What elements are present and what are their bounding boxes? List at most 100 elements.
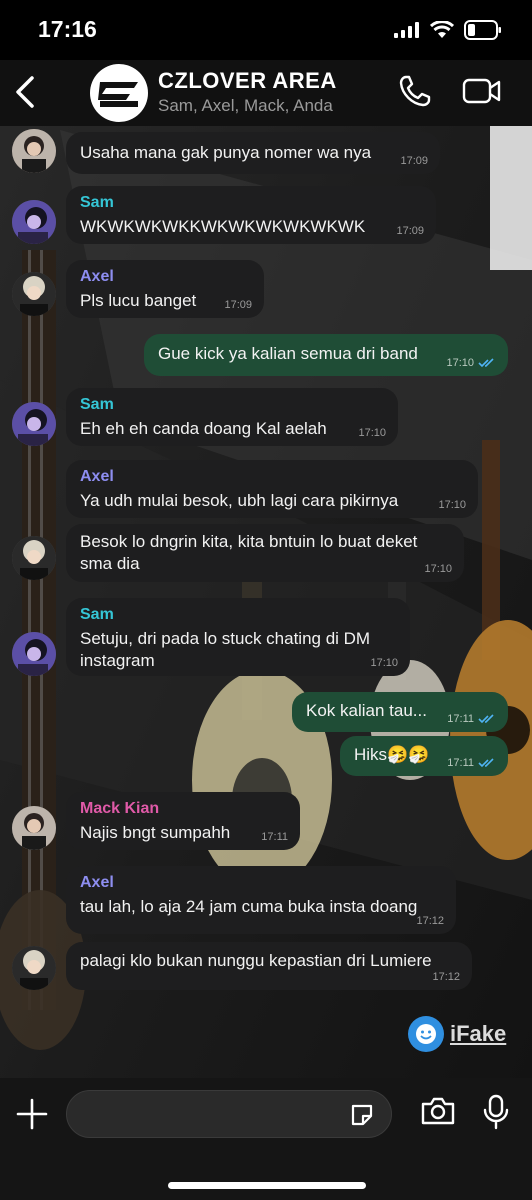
avatar-mack[interactable] [12,806,56,850]
message-bubble-outgoing[interactable]: Hiks🤧🤧 17:11 [340,736,508,776]
message-text: tau lah, lo aja 24 jam cuma buka insta d… [80,897,418,916]
message-bubble[interactable]: Mack Kian Najis bngt sumpahh 17:11 [66,792,300,850]
home-indicator[interactable] [168,1182,366,1189]
smiley-icon [416,1024,436,1044]
sender-name[interactable]: Axel [80,268,250,286]
person-photo-icon [12,806,56,850]
phone-icon[interactable] [398,74,432,108]
message-time: 17:10 [358,427,386,439]
double-check-icon [478,358,494,368]
avatar-sam[interactable] [12,200,56,244]
message-bubble-outgoing[interactable]: Kok kalian tau... 17:11 [292,692,508,732]
message-text: palagi klo bukan nunggu kepastian dri Lu… [80,951,432,970]
message-text: Najis bngt sumpahh [80,823,231,842]
mic-icon[interactable] [482,1094,510,1130]
message-time: 17:11 [261,831,288,843]
group-members[interactable]: Sam, Axel, Mack, Anda [158,96,333,116]
message-bubble[interactable]: Usaha mana gak punya nomer wa nya 17:09 [66,132,440,174]
message-time: 17:12 [432,971,460,983]
message-time-text: 17:09 [400,155,428,167]
message-text: Besok lo dngrin kita, kita bntuin lo bua… [80,532,418,573]
message-text: Setuju, dri pada lo stuck chating di DM … [80,629,371,670]
message-bubble[interactable]: Sam Eh eh eh canda doang Kal aelah 17:10 [66,388,398,446]
message-bubble[interactable]: Axel Pls lucu banget 17:09 [66,260,264,318]
back-chevron-icon[interactable] [12,74,38,110]
message-time: 17:10 [424,563,452,575]
status-icons [394,20,502,40]
group-avatar[interactable] [90,64,148,122]
message-time-text: 17:09 [224,299,252,311]
watermark-text: iFake [450,1021,507,1046]
message-time: 17:10 [370,657,398,669]
avatar-axel[interactable] [12,272,56,316]
person-photo-icon [12,632,56,676]
message-bubble[interactable]: palagi klo bukan nunggu kepastian dri Lu… [66,942,472,990]
person-photo-icon [12,536,56,580]
avatar-axel[interactable] [12,536,56,580]
message-time: 17:09 [400,155,428,167]
message-time: 17:09 [224,299,252,311]
ifake-watermark: iFake [408,1016,506,1052]
message-time-text: 17:11 [447,713,474,725]
wifi-icon [430,21,454,38]
message-bubble-outgoing[interactable]: Gue kick ya kalian semua dri band 17:10 [144,334,508,376]
message-time-text: 17:10 [438,499,466,511]
sender-name[interactable]: Mack Kian [80,800,286,818]
person-photo-icon [12,200,56,244]
avatar-sam[interactable] [12,632,56,676]
ifake-logo-icon [408,1016,444,1052]
status-bar: 17:16 [0,0,532,60]
message-time-text: 17:10 [370,657,398,669]
message-time: 17:10 [438,499,466,511]
message-bubble[interactable]: Besok lo dngrin kita, kita bntuin lo bua… [66,524,464,582]
double-check-icon [478,714,494,724]
double-check-icon [478,758,494,768]
group-title[interactable]: CZLOVER AREA [158,68,337,94]
message-time-text: 17:10 [424,563,452,575]
sender-name[interactable]: Sam [80,396,384,414]
battery-icon [464,20,501,40]
czlover-logo-icon [98,82,138,107]
video-icon[interactable] [462,76,502,106]
message-text: Usaha mana gak punya nomer wa nya [80,143,372,162]
chat-header: CZLOVER AREA Sam, Axel, Mack, Anda [0,60,532,126]
message-bubble[interactable]: Axel tau lah, lo aja 24 jam cuma buka in… [66,866,456,934]
message-time-text: 17:10 [358,427,386,439]
avatar-sam[interactable] [12,402,56,446]
message-time-text: 17:11 [447,757,474,769]
message-text: WKWKWKWKKWKWKWKWKWKWK [80,217,366,236]
person-photo-icon [12,402,56,446]
message-text: Eh eh eh canda doang Kal aelah [80,419,327,438]
message-time: 17:09 [396,225,424,237]
message-bubble[interactable]: Sam WKWKWKWKKWKWKWKWKWKWK 17:09 [66,186,436,244]
sender-name[interactable]: Axel [80,874,442,892]
avatar-axel[interactable] [12,946,56,990]
avatar-mack[interactable] [12,129,56,173]
message-time-text: 17:10 [446,357,474,369]
message-bubble[interactable]: Sam Setuju, dri pada lo stuck chating di… [66,598,410,676]
message-input[interactable] [66,1090,392,1138]
message-time-text: 17:12 [416,915,444,927]
person-photo-icon [12,129,56,173]
plus-icon[interactable] [16,1098,48,1130]
sender-name[interactable]: Axel [80,468,464,486]
message-text: Gue kick ya kalian semua dri band [158,344,418,363]
message-time-text: 17:09 [396,225,424,237]
message-list[interactable]: Usaha mana gak punya nomer wa nya 17:09 … [0,126,532,1074]
person-photo-icon [12,946,56,990]
message-time: 17:10 [446,357,496,369]
signal-icon [394,22,419,38]
message-time: 17:11 [447,713,496,725]
message-time: 17:11 [447,757,496,769]
sender-name[interactable]: Sam [80,606,396,624]
message-time-text: 17:12 [432,971,460,983]
status-time: 17:16 [38,16,97,42]
message-bubble[interactable]: Axel Ya udh mulai besok, ubh lagi cara p… [66,460,478,518]
sender-name[interactable]: Sam [80,194,422,212]
sticker-icon[interactable] [349,1102,375,1128]
camera-icon[interactable] [420,1096,456,1126]
person-photo-icon [12,272,56,316]
message-time: 17:12 [416,915,444,927]
message-time-text: 17:11 [261,831,288,843]
message-text: Ya udh mulai besok, ubh lagi cara pikirn… [80,491,399,510]
